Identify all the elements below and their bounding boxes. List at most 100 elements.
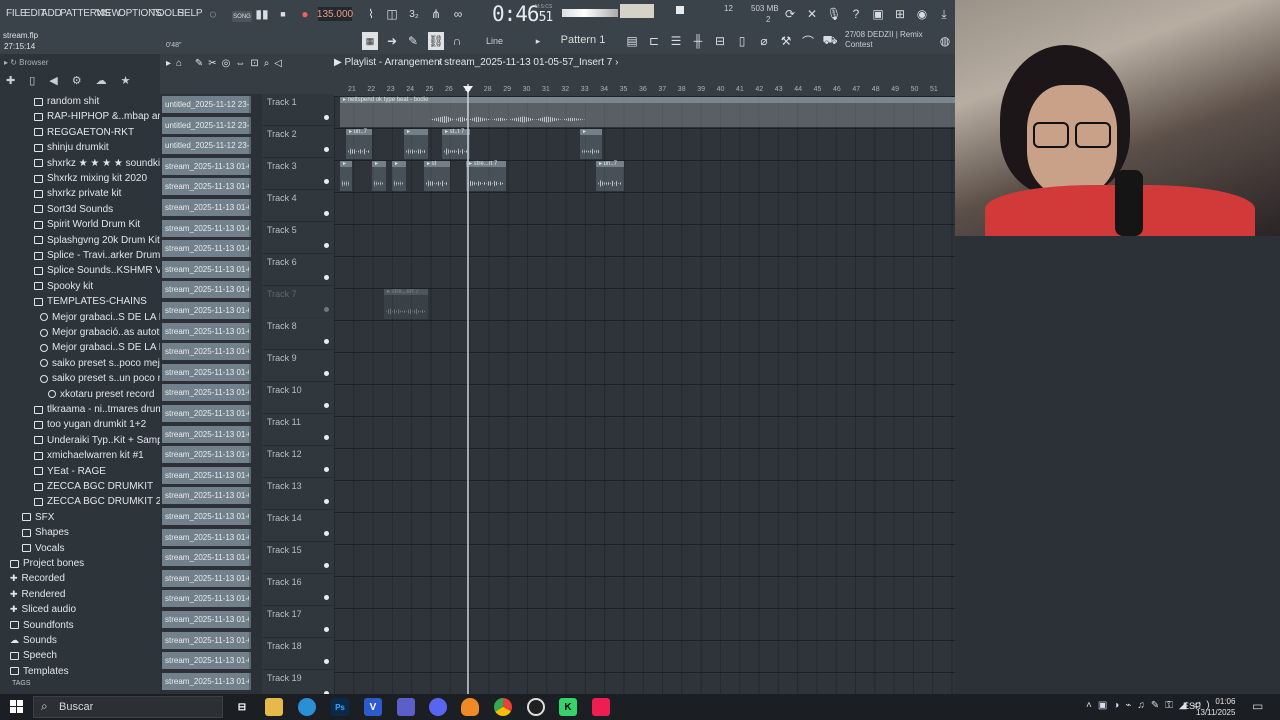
track-mute-led[interactable] — [324, 467, 329, 472]
audio-clip[interactable]: ▸ — [340, 161, 352, 191]
pattern-selector[interactable]: Pattern 1 — [554, 34, 612, 48]
chrome-icon[interactable] — [494, 698, 512, 716]
arrangement-grid[interactable]: ▸ nettspend ok type beat - bodie ▸ un..7 ▸… — [334, 96, 955, 694]
track-header[interactable]: Track 17 — [262, 606, 334, 638]
audio-clip[interactable]: ▸ — [392, 161, 406, 191]
steam-icon[interactable] — [298, 698, 316, 716]
save-icon[interactable]: ▣ — [870, 5, 886, 23]
timeline-ruler[interactable]: 2122232425262728293031323334353637383940… — [334, 84, 955, 96]
audio-clip[interactable]: ▸ — [372, 161, 386, 191]
discord-icon[interactable] — [429, 698, 447, 716]
wait-input-icon[interactable]: ◫ — [383, 5, 401, 23]
channel-rack-icon[interactable]: ▤ — [624, 32, 640, 50]
browser-item[interactable]: Speech — [0, 648, 160, 663]
clip-source-item[interactable]: stream_2025-11-13 01-0... — [162, 549, 251, 567]
track-mute-led[interactable] — [324, 179, 329, 184]
piano-icon[interactable]: ▦ — [362, 32, 378, 50]
track-mute-led[interactable] — [324, 147, 329, 152]
photoshop-icon[interactable]: Ps — [331, 698, 349, 716]
countdown-icon[interactable]: 3₂ — [405, 5, 423, 23]
track-header[interactable]: Track 14 — [262, 510, 334, 542]
audio-clip[interactable]: ▸ stre...rt 7 — [466, 161, 506, 191]
browser-item[interactable]: Mejor grabaci..S DE LA FIESTA — [0, 340, 160, 355]
kick-icon[interactable]: K — [559, 698, 577, 716]
browser-item[interactable]: tlkraama - ni..tmares drumkit — [0, 402, 160, 417]
track-header[interactable]: Track 7 — [262, 286, 334, 318]
clip-source-item[interactable]: stream_2025-11-13 01-0... — [162, 281, 251, 299]
clip-source-item[interactable]: untitled_2025-11-12 23-... — [162, 96, 251, 113]
clip-source-item[interactable]: untitled_2025-11-12 23-... — [162, 137, 251, 155]
teams-icon[interactable] — [397, 698, 415, 716]
track-mute-led[interactable] — [324, 403, 329, 408]
browser-icon[interactable]: ⊟ — [712, 32, 728, 50]
clip-source-item[interactable]: stream_2025-11-13 01-0... — [162, 611, 251, 628]
browser-item[interactable]: Vocals — [0, 541, 160, 556]
clip-source-item[interactable]: stream_2025-11-13 01-0... — [162, 157, 251, 175]
track-header[interactable]: Track 1 — [262, 94, 334, 126]
browser-item[interactable]: ZECCA BGC DRUMKIT — [0, 479, 160, 494]
track-header[interactable]: Track 12 — [262, 446, 334, 478]
clip-source-item[interactable]: stream_2025-11-13 01-0... — [162, 487, 251, 505]
cart-icon[interactable]: ⛟ — [822, 32, 838, 50]
track-header[interactable]: Track 6 — [262, 254, 334, 286]
browser-item[interactable]: ☁ Sounds — [0, 633, 160, 648]
browser-item[interactable]: ZECCA BGC DRUMKIT 2 — [0, 494, 160, 509]
browser-item[interactable]: xmichaelwarren kit #1 — [0, 448, 160, 463]
snap-mode[interactable]: Line — [486, 36, 503, 46]
audio-clip[interactable]: ▸ un..7 — [596, 161, 624, 191]
clip-source-item[interactable]: stream_2025-11-13 01-0... — [162, 343, 251, 361]
track-mute-led[interactable] — [324, 595, 329, 600]
menu-add[interactable]: ADD — [41, 8, 62, 19]
record-button[interactable]: ● — [298, 5, 312, 23]
track-mute-led[interactable] — [324, 435, 329, 440]
tool-icon[interactable]: ⚒ — [778, 32, 794, 50]
clip-source-item[interactable]: stream_2025-11-13 01-0... — [162, 199, 251, 216]
close-icon[interactable]: ✕ — [804, 5, 820, 23]
clip-source-item[interactable]: stream_2025-11-13 01-0... — [162, 590, 251, 608]
audio-clip[interactable]: ▸ — [580, 129, 602, 159]
tempo-display[interactable]: 135.000 — [317, 7, 353, 21]
browser-item[interactable]: shxrkz private kit — [0, 186, 160, 201]
file-icon[interactable]: ▯ — [734, 32, 750, 50]
browser-item[interactable]: Splice Sounds..KSHMR Vol. 3 — [0, 263, 160, 278]
browser-item[interactable]: TEMPLATES-CHAINS — [0, 294, 160, 309]
browser-item[interactable]: saiko preset s..un poco mejor — [0, 371, 160, 386]
track-header[interactable]: Track 16 — [262, 574, 334, 606]
browser-item[interactable]: Soundfonts — [0, 618, 160, 633]
browser-item[interactable]: Spirit World Drum Kit — [0, 217, 160, 232]
magnet-icon[interactable]: ∩ — [450, 32, 464, 50]
download-icon[interactable]: ⤓ — [936, 5, 952, 23]
browser-item[interactable]: Shapes — [0, 525, 160, 540]
refresh-icon[interactable]: ⟳ — [782, 5, 798, 23]
stop-button[interactable]: ■ — [277, 5, 289, 23]
clip-source-item[interactable]: stream_2025-11-13 01-0... — [162, 466, 251, 484]
arrow-right-icon[interactable]: ➜ — [385, 32, 399, 50]
browser-item[interactable]: Shxrkz mixing kit 2020 — [0, 171, 160, 186]
browser-item[interactable]: Spooky kit — [0, 279, 160, 294]
track-mute-led[interactable] — [324, 243, 329, 248]
browser-item[interactable]: Mejor grabació..as autotune) — [0, 325, 160, 340]
file-icon[interactable]: ▯ — [29, 74, 35, 90]
clip-source-item[interactable]: stream_2025-11-13 01-0... — [162, 425, 251, 443]
file-explorer-icon[interactable] — [265, 698, 283, 716]
gear-icon[interactable]: ⚙ — [72, 74, 82, 90]
playhead-marker[interactable] — [463, 86, 473, 93]
clip-source-item[interactable]: stream_2025-11-13 01-0... — [162, 569, 251, 587]
fl-studio-icon[interactable] — [461, 698, 479, 716]
clip-source-item[interactable]: stream_2025-11-13 01-0... — [162, 363, 251, 381]
browser-item[interactable]: ✚ Rendered — [0, 587, 160, 602]
browser-item[interactable]: Splice - Travi..arker Drum Kit — [0, 248, 160, 263]
plug-icon[interactable]: ⌀ — [756, 32, 772, 50]
audio-clip[interactable]: ▸ un..7 — [346, 129, 372, 159]
task-view-icon[interactable]: ⊟ — [233, 698, 251, 716]
menu-help[interactable]: HELP — [177, 8, 203, 19]
track-mute-led[interactable] — [324, 339, 329, 344]
vegas-icon[interactable]: V — [364, 698, 382, 716]
browser-item[interactable]: ✚ Sliced audio — [0, 602, 160, 617]
track-mute-led[interactable] — [324, 563, 329, 568]
browser-item[interactable]: RAP-HIPHOP &..mbap and lofi — [0, 109, 160, 124]
browser-item[interactable]: saiko preset s..poco mejor v2 — [0, 356, 160, 371]
browser-item[interactable]: REGGAETON-RKT — [0, 125, 160, 140]
track-header[interactable]: Track 5 — [262, 222, 334, 254]
clip-source-item[interactable]: stream_2025-11-13 01-0... — [162, 405, 251, 422]
